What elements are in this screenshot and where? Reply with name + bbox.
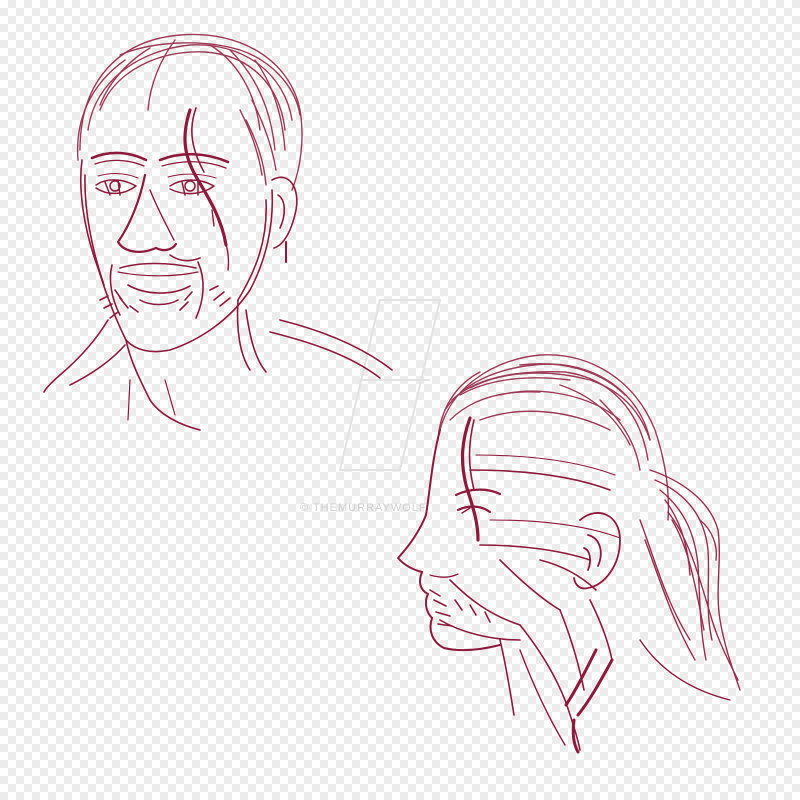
sketch-canvas: © THEMURRAYWOLF: [0, 0, 800, 800]
front-portrait-sketch-icon: [43, 33, 393, 431]
watermark-text: © THEMURRAYWOLF: [300, 502, 427, 514]
sketch-drawing: [43, 33, 741, 754]
profile-portrait-sketch-icon: [397, 354, 741, 754]
watermark-logo-icon: [338, 299, 442, 471]
